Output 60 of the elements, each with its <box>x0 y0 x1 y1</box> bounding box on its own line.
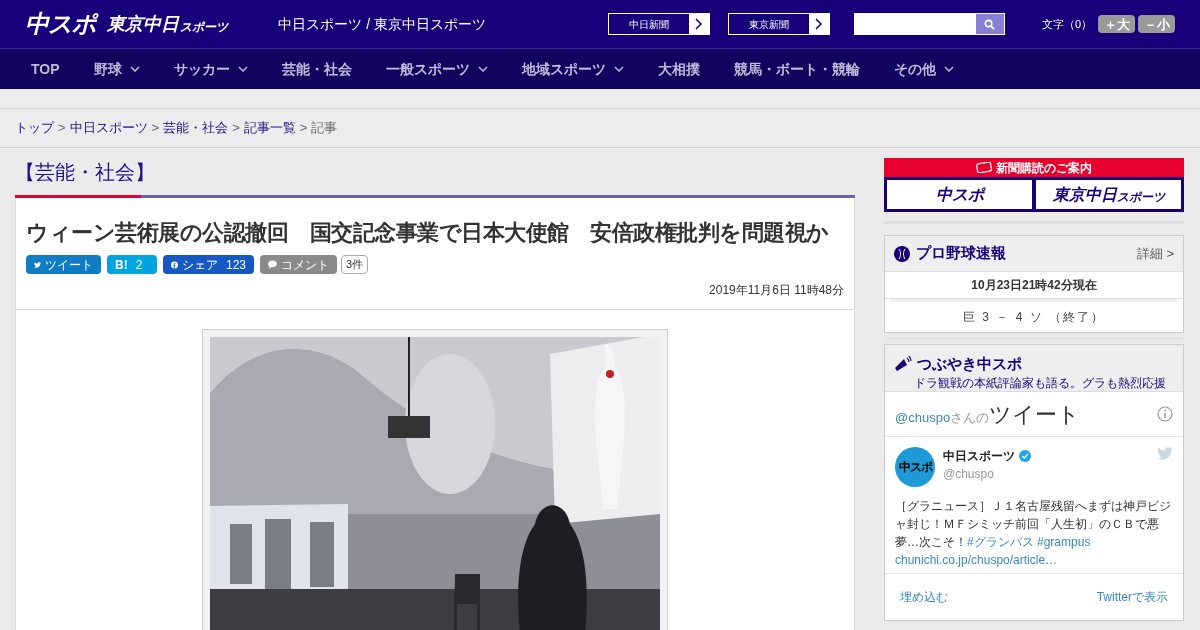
chevron-right-icon <box>815 18 823 30</box>
breadcrumb-separator: > <box>299 119 308 138</box>
nav-item[interactable]: 一般スポーツ <box>368 49 505 89</box>
article-title: ウィーン芸術展の公認撤回 国交記念事業で日本大使館 安倍政権批判を問題視か <box>26 219 830 247</box>
bird-icon <box>34 259 41 270</box>
subscription-title: 新聞購読のご案内 <box>996 159 1092 177</box>
bird-icon <box>1157 447 1173 460</box>
newspaper-icon <box>976 162 992 173</box>
breadcrumb-separator: > <box>151 119 160 138</box>
account-handle: @chuspo <box>943 466 995 483</box>
panel-title: プロ野球速報 <box>916 243 1006 264</box>
hashtag-link[interactable]: #grampus <box>1033 535 1091 549</box>
embed-link[interactable]: 埋め込む <box>900 588 948 606</box>
newspaper-link[interactable]: 中日新聞 <box>607 13 710 35</box>
verified-badge-icon <box>1019 450 1031 462</box>
nav-item[interactable]: 競馬・ボート・競輪 <box>716 49 877 89</box>
view-on-twitter-link[interactable]: Twitterで表示 <box>1096 588 1168 606</box>
comment-count: 3件 <box>341 255 369 274</box>
nav-item[interactable]: 芸能・社会 <box>264 49 369 89</box>
panel-subtitle: ドラ観戦の本紙評論家も語る。グラも熱烈応援 <box>914 375 1167 390</box>
panel-title: つぶやき中スポ <box>917 354 1022 374</box>
search-button[interactable] <box>975 14 1004 34</box>
search-icon <box>984 18 996 30</box>
nav-item[interactable]: その他 <box>876 49 971 89</box>
account-name[interactable]: 中日スポーツ <box>943 447 1015 465</box>
newspaper-logo[interactable]: 中スポ <box>887 180 1032 209</box>
sub-site-logo[interactable]: 東京中日スポーツ <box>107 15 229 33</box>
breadcrumb-link[interactable]: 記事一覧 <box>243 118 296 138</box>
megaphone-icon <box>894 356 912 373</box>
timeline-heading: @chuspoさんのツイート <box>895 400 1081 429</box>
breadcrumb-link[interactable]: 中日スポーツ <box>69 118 148 138</box>
font-size-label: 文字（0） <box>1041 16 1092 32</box>
site-logo[interactable]: 中スポ <box>25 12 96 36</box>
tweet-button[interactable]: ツイート <box>26 255 101 274</box>
hashtag-link[interactable]: #グランパス <box>967 535 1034 549</box>
article-date: 2019年11月6日 11時48分 <box>709 282 844 299</box>
search-field[interactable] <box>853 13 1005 35</box>
site-title: 中日スポーツ / 東京中日スポーツ <box>278 14 487 34</box>
section-title: 【芸能・社会】 <box>15 160 156 185</box>
current-page-label: 記事 <box>311 119 338 138</box>
nav-item[interactable]: TOP <box>14 49 77 89</box>
game-score: 巨 3 － 4 ソ （終了） <box>962 309 1106 326</box>
breadcrumb-link[interactable]: トップ <box>15 118 54 138</box>
breadcrumb-separator: > <box>58 119 66 138</box>
speech-bubble-icon <box>268 259 277 270</box>
nav-item[interactable]: 野球 <box>76 49 157 89</box>
baseball-icon <box>894 245 910 262</box>
tweet-text: ［グラニュース］Ｊ１名古屋残留へまずは神戸ビジャ封じ！ＭＦシミッチ前回「人生初」のＣＢで悪夢…次こそ！#グランパス #grampus chunichi.co.jp/chuspo/article… <box>895 498 1172 569</box>
facebook-share-button[interactable]: シェア 123 <box>163 255 254 274</box>
chevron-right-icon <box>695 18 703 30</box>
newspaper-link[interactable]: 東京新聞 <box>727 13 830 35</box>
account-avatar[interactable]: 中スポ <box>895 447 935 487</box>
details-link[interactable]: 詳細 > <box>1136 243 1174 264</box>
nav-item[interactable]: 地域スポーツ <box>504 49 641 89</box>
info-icon[interactable] <box>1157 406 1173 422</box>
nav-item[interactable]: 大相撲 <box>640 49 717 89</box>
breadcrumb-separator: > <box>232 119 240 138</box>
article-link[interactable]: chunichi.co.jp/chuspo/article… <box>895 553 1058 567</box>
nav-item[interactable]: サッカー <box>156 49 265 89</box>
breadcrumb-link[interactable]: 芸能・社会 <box>163 118 229 138</box>
